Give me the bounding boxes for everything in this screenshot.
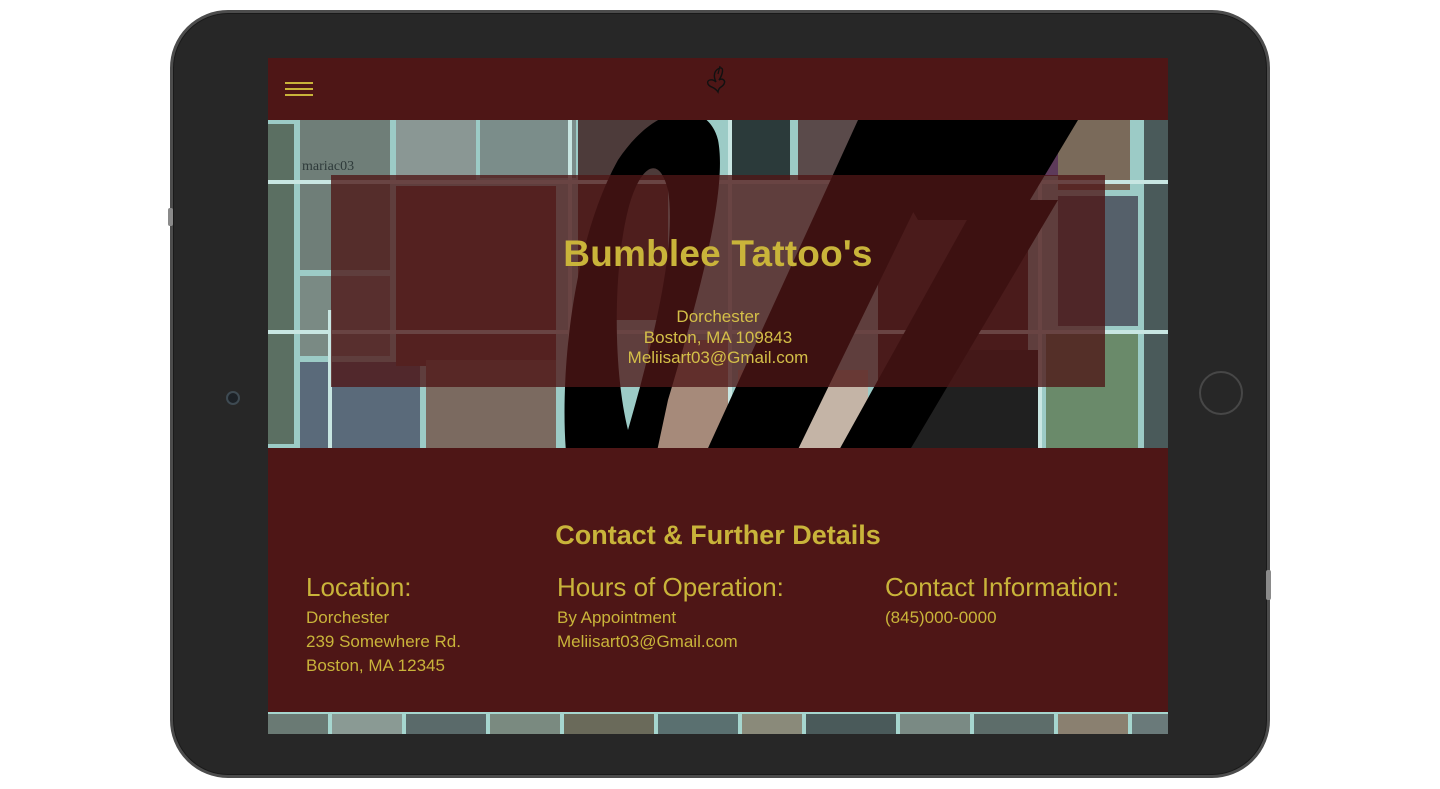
section-title: Contact & Further Details (555, 520, 881, 550)
top-navigation-bar (268, 58, 1168, 120)
hero-address: Dorchester Boston, MA 109843 Meliisart03… (331, 307, 1105, 369)
collage-caption: mariac03 (302, 159, 354, 174)
hours-heading: Hours of Operation: (557, 572, 784, 602)
hamburger-menu-icon[interactable] (285, 82, 313, 98)
hours-line: By Appointment (557, 608, 677, 627)
hero-title: Bumblee Tattoo's (563, 233, 873, 274)
hours-column: Hours of Operation: By Appointment Melii… (557, 572, 784, 654)
screen: mariac03 Bumblee Tattoo's Dorchester Bos… (268, 58, 1168, 734)
hours-email-link[interactable]: Meliisart03@Gmail.com (557, 630, 784, 654)
hero-line-neighborhood: Dorchester (676, 307, 760, 326)
location-column: Location: Dorchester 239 Somewhere Rd. B… (306, 572, 461, 678)
hero-banner: mariac03 Bumblee Tattoo's Dorchester Bos… (268, 120, 1168, 448)
front-camera (226, 391, 240, 405)
hero-line-email[interactable]: Meliisart03@Gmail.com (331, 348, 1105, 369)
butterfly-logo-icon[interactable] (704, 64, 732, 96)
hero-line-city: Boston, MA 109843 (643, 327, 793, 347)
volume-button (168, 208, 173, 226)
side-button (1266, 570, 1271, 600)
location-line: Boston, MA 12345 (306, 656, 445, 675)
contact-info-column: Contact Information: (845)000-0000 (885, 572, 1119, 630)
location-heading: Location: (306, 572, 412, 602)
hero-info-card: Bumblee Tattoo's Dorchester Boston, MA 1… (331, 175, 1105, 387)
location-line: 239 Somewhere Rd. (306, 632, 461, 651)
phone-number[interactable]: (845)000-0000 (885, 606, 1119, 630)
contact-details-section: Contact & Further Details Location: Dorc… (268, 448, 1168, 712)
bottom-photo-strip (268, 712, 1168, 734)
contact-info-heading: Contact Information: (885, 572, 1120, 602)
home-button[interactable] (1199, 371, 1243, 415)
location-line: Dorchester (306, 608, 390, 627)
